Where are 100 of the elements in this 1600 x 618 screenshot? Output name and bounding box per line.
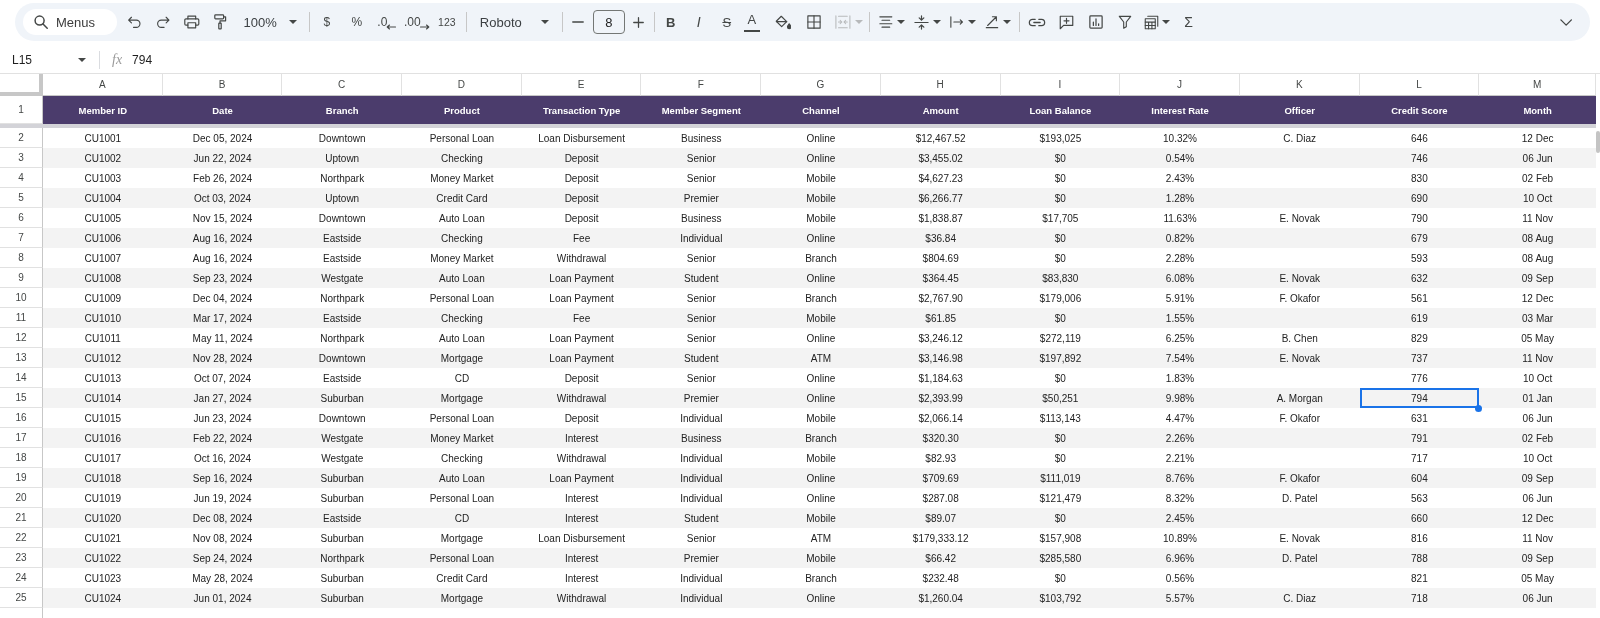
paint-bucket-icon[interactable] <box>774 14 792 30</box>
table-cell-text: 11.63% <box>1162 211 1198 226</box>
font-dropdown[interactable]: Roboto <box>479 10 549 34</box>
percent-format-button[interactable]: % <box>343 10 370 34</box>
formula-field[interactable]: 794 <box>130 50 155 69</box>
row-number[interactable]: 21 <box>0 508 43 528</box>
zoom-dropdown[interactable]: 100% <box>243 10 297 34</box>
row-number[interactable]: 9 <box>0 268 43 288</box>
functions-button[interactable]: Σ <box>1181 10 1196 34</box>
table-cell-text: Money Market <box>429 251 495 266</box>
row-number[interactable]: 23 <box>0 548 43 568</box>
table-cell-text: Withdrawal <box>555 451 608 466</box>
undo-icon[interactable] <box>127 15 142 29</box>
paint-roller-icon[interactable] <box>213 14 227 30</box>
bold-button[interactable]: B <box>659 10 682 34</box>
row-number[interactable]: 18 <box>0 448 43 468</box>
table-cell-text: Money Market <box>429 431 495 446</box>
table-cell-text: Mortgage <box>439 391 485 406</box>
table-cell-text: $364.45 <box>921 271 960 286</box>
row-number[interactable]: 17 <box>0 428 43 448</box>
row-number[interactable]: 11 <box>0 308 43 328</box>
number-format-button[interactable]: 123 <box>433 10 460 34</box>
table-cell-text: Individual <box>679 231 724 246</box>
chevron-down-icon[interactable] <box>1559 18 1572 26</box>
row-number[interactable]: 4 <box>0 168 43 188</box>
row-number[interactable]: 2 <box>0 128 43 148</box>
plus-icon[interactable] <box>632 16 644 28</box>
table-cell-text: Westgate <box>320 271 365 286</box>
table-cell-text: 09 Sep <box>1520 551 1555 566</box>
right-arrow-icon <box>419 23 430 30</box>
table-cell-text: Feb 22, 2024 <box>192 431 253 446</box>
row-number[interactable]: 14 <box>0 368 43 388</box>
italic-button[interactable]: I <box>687 10 710 34</box>
table-cell-text: 6.08% <box>1164 271 1196 286</box>
table-cell-text: $0 <box>1053 151 1067 166</box>
row-number[interactable]: 7 <box>0 228 43 248</box>
minus-icon[interactable] <box>571 21 584 23</box>
increase-decimals-button[interactable]: .00 <box>403 10 430 34</box>
row-number[interactable]: 3 <box>0 148 43 168</box>
row-number[interactable]: 25 <box>0 588 43 608</box>
table-cell-text: Individual <box>679 591 724 606</box>
link-icon[interactable] <box>1027 17 1046 27</box>
table-icon <box>1143 14 1159 30</box>
row-number[interactable]: 13 <box>0 348 43 368</box>
printer-icon[interactable] <box>184 15 200 29</box>
decrease-decimals-button[interactable]: .0 <box>373 10 400 34</box>
table-cell-text: Downtown <box>317 211 367 226</box>
chart-icon[interactable] <box>1088 15 1103 29</box>
table-cell-text: 12 Dec <box>1520 511 1555 526</box>
filter-icon[interactable] <box>1117 15 1132 29</box>
row-number[interactable]: 20 <box>0 488 43 508</box>
table-cell-text: CU1015 <box>83 411 123 426</box>
table-cell-text: Checking <box>440 451 484 466</box>
row-number[interactable]: 16 <box>0 408 43 428</box>
row-number[interactable]: 12 <box>0 328 43 348</box>
row-number[interactable]: 6 <box>0 208 43 228</box>
fill-handle[interactable] <box>1475 405 1483 412</box>
table-cell-text: $121,479 <box>1038 491 1083 506</box>
currency-format-button[interactable]: $ <box>313 10 340 34</box>
add-comment-icon[interactable] <box>1058 14 1074 30</box>
table-cell-text: Dec 08, 2024 <box>191 511 254 526</box>
name-box[interactable]: L15 <box>0 48 90 71</box>
table-cell-text: CU1005 <box>83 211 123 226</box>
function-label: fx <box>112 51 123 68</box>
font-size-field[interactable]: 8 <box>592 10 625 34</box>
table-cell-text: CU1014 <box>83 391 123 406</box>
row-number[interactable]: 19 <box>0 468 43 488</box>
text-color-button[interactable]: A <box>743 12 760 32</box>
table-cell-text: 737 <box>1410 351 1429 366</box>
menu-search-field[interactable]: Menus <box>23 9 117 35</box>
table-cell-text: 776 <box>1410 371 1429 386</box>
left-arrow-icon <box>386 23 397 30</box>
table-cell-text: Checking <box>440 231 484 246</box>
row-number[interactable]: 8 <box>0 248 43 268</box>
table-cell-text: CU1011 <box>83 331 122 346</box>
row-number[interactable]: 22 <box>0 528 43 548</box>
border-grid-icon[interactable] <box>807 15 822 29</box>
table-cell-text: 829 <box>1410 331 1429 346</box>
redo-icon[interactable] <box>155 15 171 29</box>
caret-icon <box>896 20 905 24</box>
table-cell-text: Mobile <box>805 411 837 426</box>
table-cell-text: Deposit <box>563 211 600 226</box>
table-cell-text: Loan Payment <box>548 331 615 346</box>
table-cell-text: 0.56% <box>1164 571 1196 586</box>
table-cell-text: Dec 04, 2024 <box>191 291 254 306</box>
scrollbar-thumb[interactable] <box>1596 131 1600 153</box>
strikethrough-button[interactable]: S <box>715 10 738 34</box>
table-cell-text: Individual <box>679 491 724 506</box>
table-cell-text: $111,019 <box>1039 471 1082 486</box>
row-number[interactable]: 1 <box>0 96 43 124</box>
table-cell-text: $287.08 <box>921 491 960 506</box>
table-cell-text: C. Diaz <box>1282 591 1318 606</box>
row-number[interactable]: 10 <box>0 288 43 308</box>
row-number[interactable]: 24 <box>0 568 43 588</box>
table-cell-text: 02 Feb <box>1521 171 1555 186</box>
table-cell-text: Deposit <box>563 151 600 166</box>
row-number[interactable]: 5 <box>0 188 43 208</box>
table-cell-text: 06 Jun <box>1521 491 1554 506</box>
table-cell-text: Online <box>805 591 837 606</box>
row-number[interactable]: 15 <box>0 388 43 408</box>
